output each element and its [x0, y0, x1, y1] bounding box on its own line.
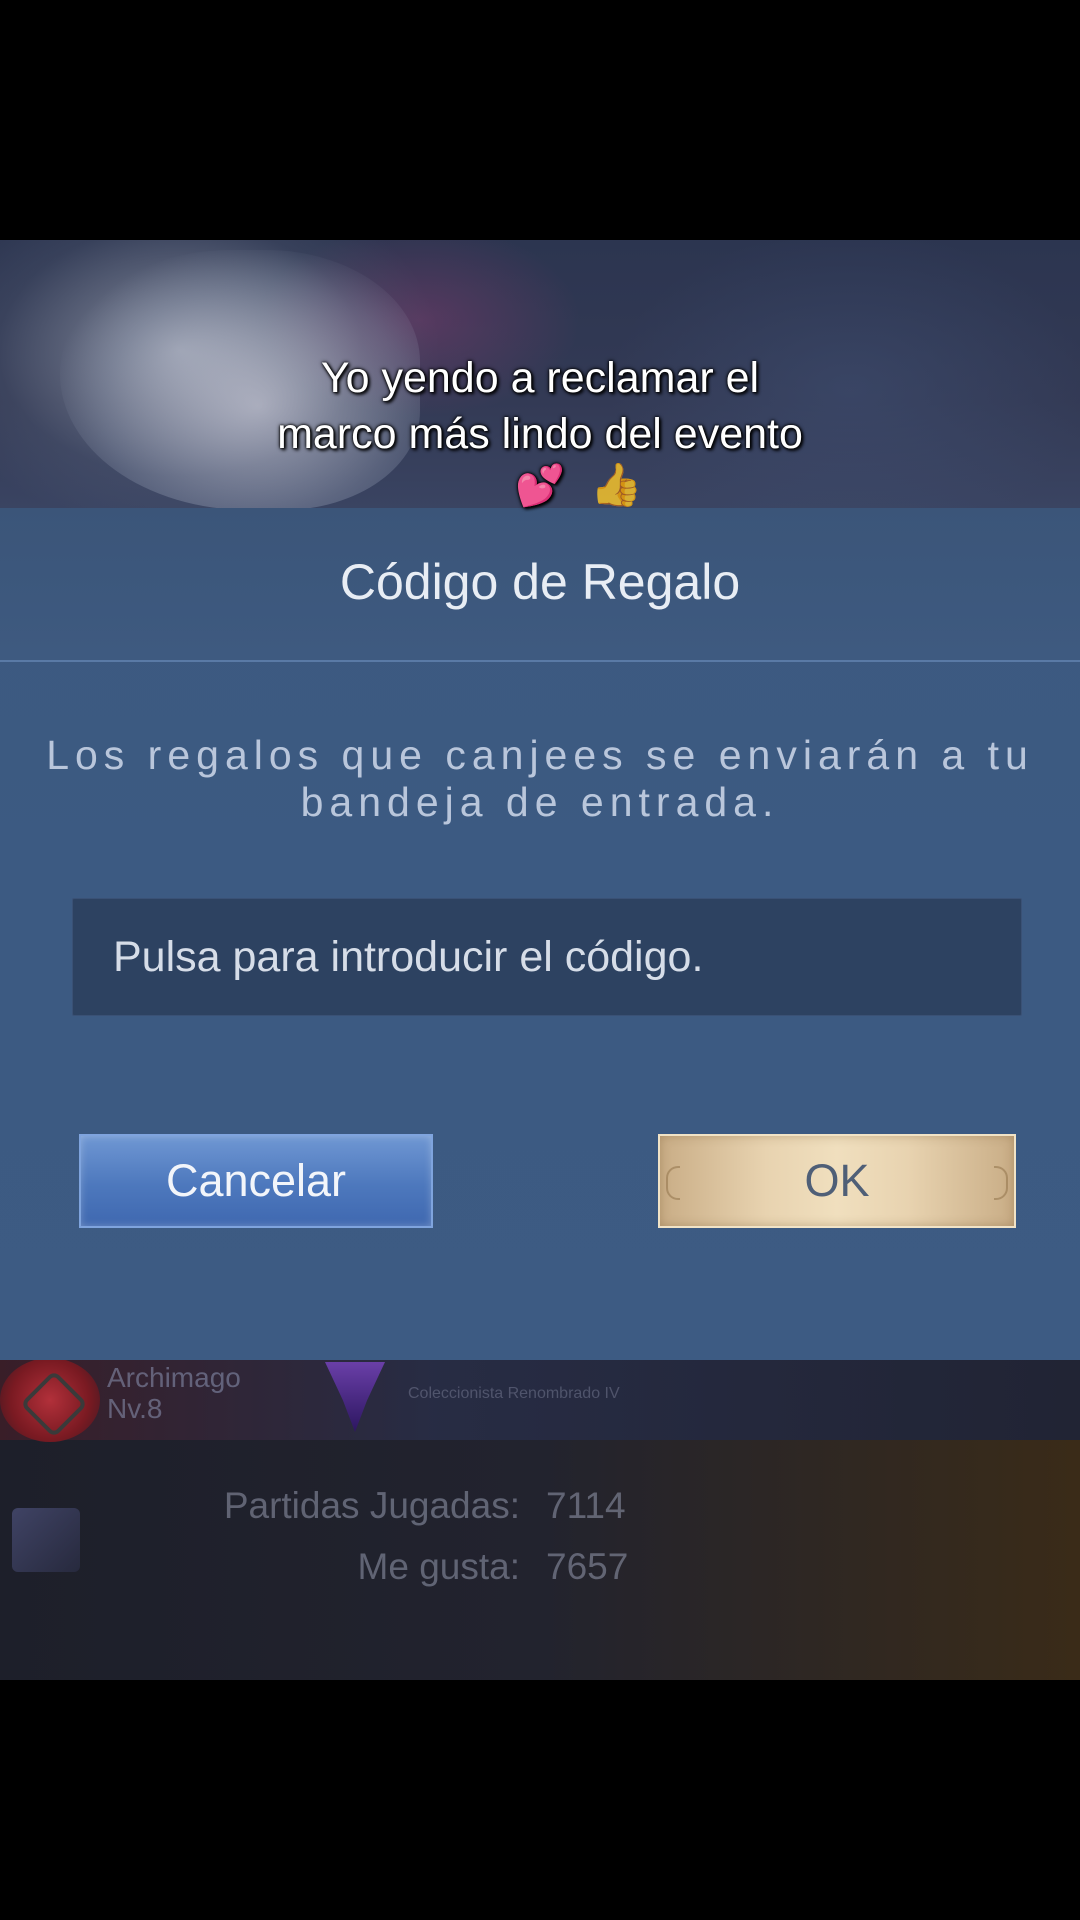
- caption-line-1: Yo yendo a reclamar el: [320, 354, 760, 402]
- ok-button-left-ornament: [666, 1166, 680, 1200]
- collector-title: Coleccionista Renombrado IV: [408, 1385, 620, 1402]
- matches-played-label: Partidas Jugadas:: [223, 1485, 520, 1526]
- matches-played-value: 7114: [546, 1485, 626, 1526]
- gift-code-input[interactable]: [73, 899, 1021, 1015]
- cancel-button[interactable]: Cancelar: [79, 1134, 433, 1228]
- video-caption: Yo yendo a reclamar el marco más lindo d…: [140, 350, 940, 510]
- rank-label: Archimago Nv.8: [107, 1362, 267, 1424]
- dialog-header: Código de Regalo: [0, 508, 1080, 662]
- caption-line-2: marco más lindo del evento: [277, 410, 803, 458]
- two-hearts-icon: 💕: [515, 464, 565, 508]
- video-frame: 👍 Archimago Nv.8 Coleccionista Renombrad…: [0, 0, 1080, 1920]
- likes-value: 7657: [546, 1546, 629, 1587]
- ok-button-label: OK: [804, 1155, 870, 1206]
- rank-badge-icon: [0, 1358, 100, 1442]
- likes-label: Me gusta:: [357, 1546, 520, 1587]
- rank-name: Archimago: [107, 1362, 241, 1393]
- gift-code-dialog: Código de Regalo Los regalos que canjees…: [0, 508, 1080, 1360]
- gift-code-field[interactable]: [72, 898, 1022, 1016]
- rank-level: Nv.8: [107, 1393, 163, 1424]
- ok-button-right-ornament: [994, 1166, 1008, 1200]
- dialog-message: Los regalos que canjees se enviarán a tu…: [46, 732, 1034, 825]
- matches-played-row: Partidas Jugadas: 7114: [0, 1485, 1080, 1531]
- ok-button[interactable]: OK: [658, 1134, 1016, 1228]
- dialog-title: Código de Regalo: [339, 554, 741, 610]
- likes-row: Me gusta: 7657: [0, 1546, 1080, 1592]
